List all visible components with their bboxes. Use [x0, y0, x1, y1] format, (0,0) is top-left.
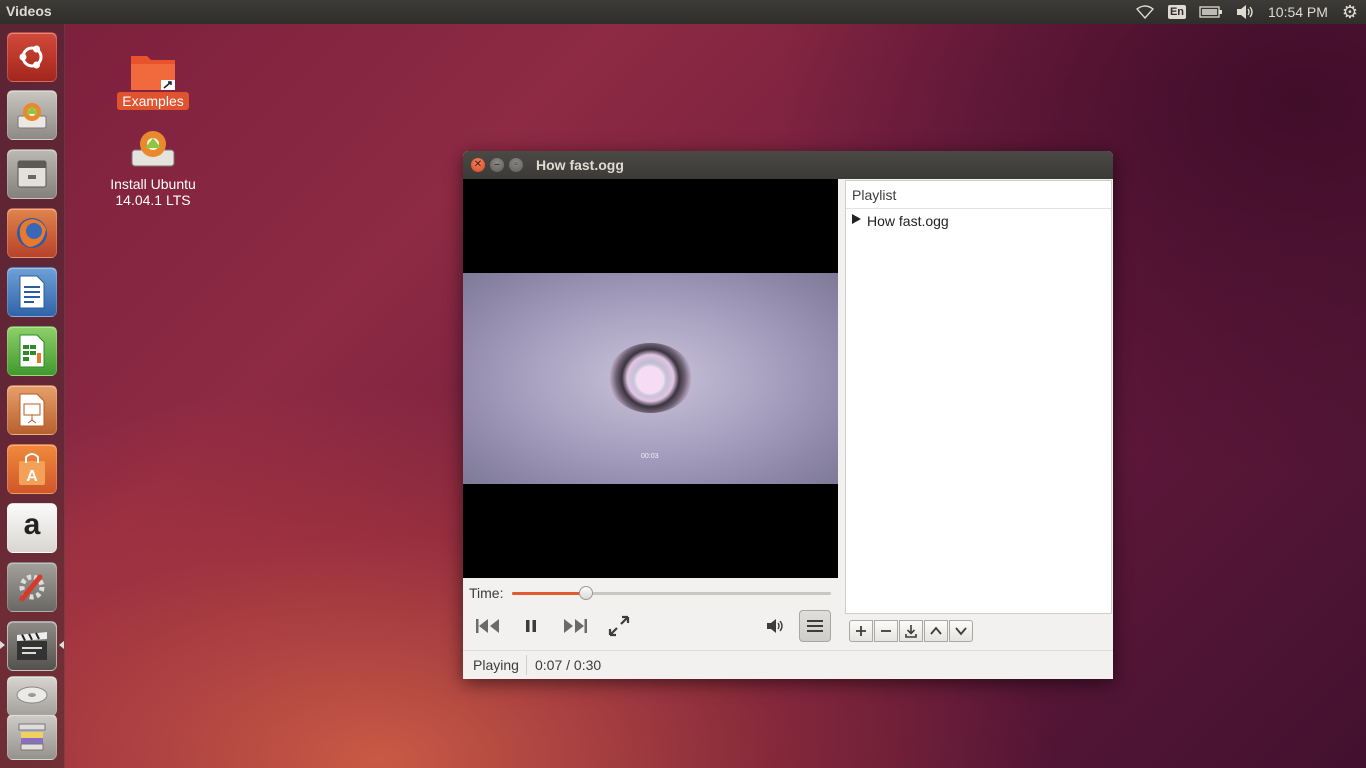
app-title: Videos	[6, 3, 52, 19]
videos-window: ✕ – ▫ How fast.ogg 00:03 Time: Playing 0…	[463, 151, 1113, 679]
pause-icon	[526, 620, 536, 632]
installer-icon	[17, 103, 47, 129]
launcher-calc[interactable]	[7, 326, 57, 376]
status-bar: Playing 0:07 / 0:30	[463, 650, 1113, 680]
playlist-save-button[interactable]	[899, 620, 923, 642]
playlist-header[interactable]: Playlist	[846, 181, 1111, 209]
minimize-icon: –	[494, 159, 500, 170]
launcher-running-indicator	[0, 641, 5, 649]
save-icon	[905, 625, 917, 638]
folder-link-icon	[131, 56, 175, 90]
fullscreen-button[interactable]	[605, 613, 633, 639]
launcher-software-center[interactable]: A	[7, 444, 57, 494]
minimize-button[interactable]: –	[490, 158, 504, 172]
writer-icon	[19, 275, 45, 309]
playlist-item[interactable]: How fast.ogg	[846, 209, 1111, 233]
desktop-icon-label-version: 14.04.1 LTS	[115, 192, 191, 208]
top-panel: Videos En 10:54 PM ⚙	[0, 0, 1366, 24]
playlist-panel: Playlist How fast.ogg	[845, 179, 1113, 650]
playlist-item-label: How fast.ogg	[867, 213, 949, 229]
video-timecode: 00:03	[641, 453, 659, 460]
playback-time: 0:07 / 0:30	[535, 657, 602, 673]
settings-wrench-icon	[19, 574, 45, 602]
volume-icon	[767, 619, 783, 633]
shopping-bag-icon: A	[19, 453, 45, 485]
window-title: How fast.ogg	[536, 157, 624, 173]
video-content-core	[636, 366, 664, 394]
status-separator	[526, 655, 527, 675]
launcher-removable-drive[interactable]	[7, 676, 57, 716]
battery-icon[interactable]	[1198, 0, 1224, 24]
drive-icon	[16, 686, 48, 704]
impress-icon	[19, 393, 45, 427]
close-button[interactable]: ✕	[471, 158, 485, 172]
launcher-impress[interactable]	[7, 385, 57, 435]
skip-back-icon	[476, 619, 499, 633]
ubuntu-logo-icon	[19, 45, 43, 69]
launcher-focused-indicator	[59, 641, 64, 649]
keyboard-layout-indicator[interactable]: En	[1167, 0, 1187, 24]
previous-button[interactable]	[473, 613, 503, 639]
playlist-add-button[interactable]	[849, 620, 873, 642]
video-display[interactable]: 00:03	[463, 179, 838, 578]
launcher-firefox[interactable]	[7, 208, 57, 258]
seek-progress	[512, 592, 587, 595]
pause-button[interactable]	[519, 613, 543, 639]
desktop-icon-examples[interactable]: Examples	[113, 50, 193, 110]
clock[interactable]: 10:54 PM	[1268, 4, 1328, 20]
video-frame: 00:03	[463, 273, 838, 484]
playback-state: Playing	[473, 657, 519, 673]
playlist-toolbar	[849, 620, 974, 642]
launcher-writer[interactable]	[7, 267, 57, 317]
seek-handle[interactable]	[579, 586, 594, 600]
move-down-icon	[955, 627, 967, 636]
launcher-trash[interactable]	[7, 714, 57, 760]
maximize-icon: ▫	[514, 159, 518, 170]
dash-home-button[interactable]	[7, 32, 57, 82]
menu-lines-icon	[807, 620, 823, 632]
playlist-list[interactable]: Playlist How fast.ogg	[845, 180, 1112, 614]
remove-icon	[881, 630, 891, 632]
installer-icon	[131, 131, 175, 167]
now-playing-icon	[852, 214, 861, 224]
playlist-move-down-button[interactable]	[949, 620, 973, 642]
playlist-remove-button[interactable]	[874, 620, 898, 642]
playlist-title: Playlist	[852, 187, 897, 203]
launcher-system-settings[interactable]	[7, 562, 57, 612]
file-cabinet-icon	[17, 160, 47, 188]
firefox-icon	[17, 218, 47, 248]
volume-icon[interactable]	[1233, 0, 1257, 24]
keyboard-layout-label: En	[1167, 5, 1187, 19]
desktop-icon-label: Install Ubuntu	[110, 176, 196, 192]
clapperboard-icon	[17, 632, 47, 660]
amazon-icon: a	[23, 508, 41, 541]
launcher: A a	[0, 24, 65, 768]
playlist-move-up-button[interactable]	[924, 620, 948, 642]
svg-text:A: A	[26, 468, 38, 485]
add-icon	[856, 626, 866, 636]
calc-icon	[19, 334, 45, 368]
trash-icon	[18, 723, 46, 751]
maximize-button[interactable]: ▫	[509, 158, 523, 172]
wifi-icon[interactable]	[1133, 0, 1157, 24]
launcher-amazon[interactable]: a	[7, 503, 57, 553]
window-titlebar[interactable]: ✕ – ▫ How fast.ogg	[463, 151, 1113, 179]
desktop-icon-install-ubuntu[interactable]: Install Ubuntu 14.04.1 LTS	[103, 126, 203, 208]
playlist-toggle-button[interactable]	[799, 610, 831, 642]
launcher-files[interactable]	[7, 149, 57, 199]
launcher-install-ubuntu[interactable]	[7, 90, 57, 140]
time-label: Time:	[469, 585, 504, 601]
volume-button[interactable]	[763, 613, 787, 639]
launcher-videos[interactable]	[7, 621, 57, 671]
move-up-icon	[930, 626, 942, 635]
seek-slider[interactable]	[512, 586, 831, 600]
fullscreen-icon	[608, 615, 630, 637]
close-icon: ✕	[473, 159, 483, 170]
desktop-icon-label: Examples	[117, 92, 189, 110]
next-button[interactable]	[560, 613, 590, 639]
skip-forward-icon	[564, 619, 587, 633]
gear-icon[interactable]: ⚙	[1338, 0, 1362, 24]
